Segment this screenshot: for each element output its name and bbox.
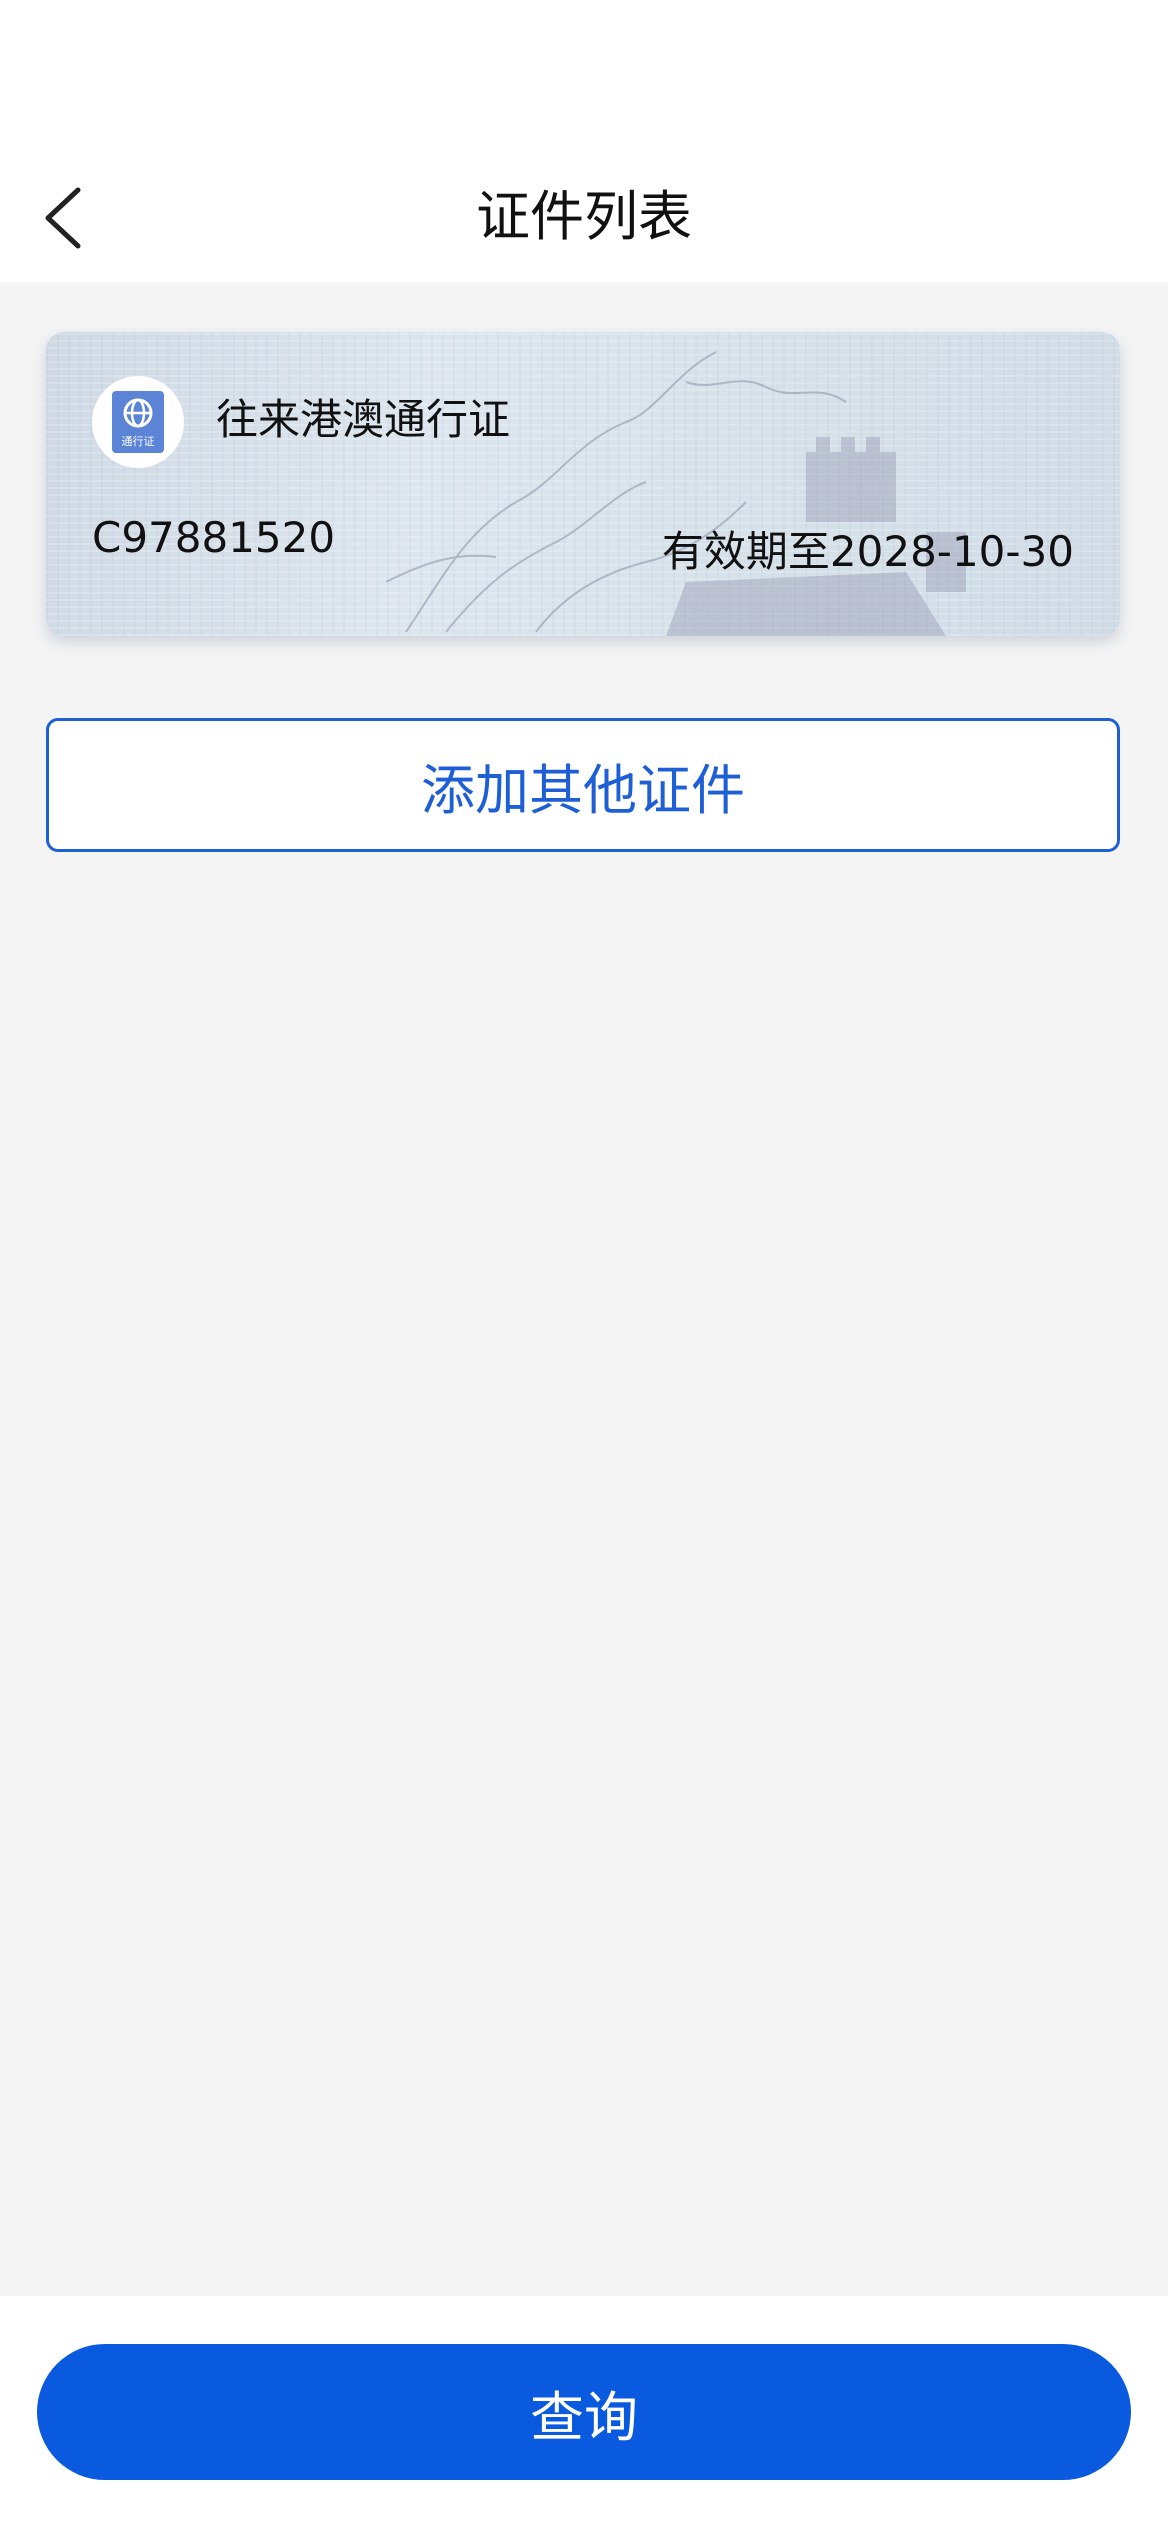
document-type-label: 往来港澳通行证 bbox=[216, 395, 511, 444]
document-card[interactable]: 通行证 往来港澳通行证 C97881520 有效期至2028-10-30 bbox=[46, 332, 1120, 636]
status-bar bbox=[0, 0, 1168, 150]
permit-book-icon: 通行证 bbox=[92, 376, 184, 468]
nav-bar: 证件列表 bbox=[0, 150, 1168, 282]
add-document-button[interactable]: 添加其他证件 bbox=[46, 718, 1120, 852]
bottom-bar: 查询 bbox=[0, 2296, 1168, 2532]
document-expiry: 有效期至2028-10-30 bbox=[661, 527, 1074, 576]
document-number: C97881520 bbox=[92, 513, 336, 562]
query-button[interactable]: 查询 bbox=[37, 2344, 1131, 2480]
great-wall-illustration bbox=[386, 351, 966, 636]
permit-logo-text: 通行证 bbox=[122, 435, 155, 448]
page-title: 证件列表 bbox=[476, 185, 692, 248]
